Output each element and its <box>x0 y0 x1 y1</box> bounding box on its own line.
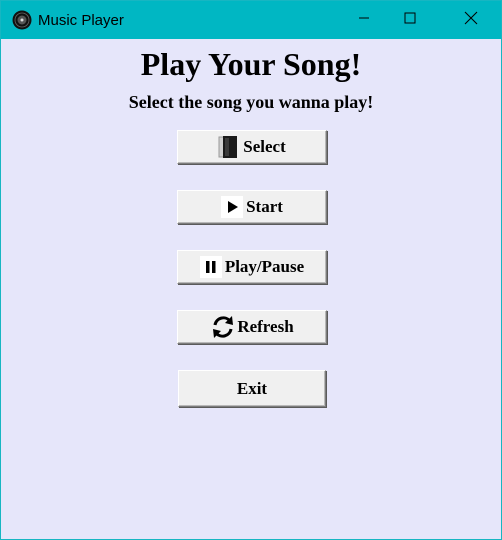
close-icon <box>464 11 478 30</box>
minimize-button[interactable] <box>341 1 387 39</box>
page-heading: Play Your Song! <box>140 46 362 82</box>
title-bar[interactable]: Music Player <box>1 1 501 39</box>
exit-button-label: Exit <box>236 378 268 398</box>
select-button[interactable]: Select <box>177 130 327 164</box>
play-pause-button[interactable]: Play/Pause <box>177 250 327 284</box>
close-button[interactable] <box>448 1 494 39</box>
start-button[interactable]: Start <box>177 190 327 224</box>
refresh-icon <box>210 314 236 340</box>
maximize-icon <box>404 11 416 29</box>
start-button-label: Start <box>246 197 283 216</box>
maximize-button[interactable] <box>387 1 433 39</box>
pause-icon <box>199 256 222 278</box>
refresh-button[interactable]: Refresh <box>177 310 327 344</box>
window-title: Music Player <box>38 12 124 29</box>
minimize-icon <box>358 11 370 29</box>
play-icon <box>221 196 244 218</box>
page-subheading: Select the song you wanna play! <box>128 92 374 112</box>
file-icon <box>218 135 240 159</box>
exit-button[interactable]: Exit <box>178 370 326 407</box>
vinyl-record-icon <box>12 10 32 30</box>
play-pause-button-label: Play/Pause <box>224 257 305 276</box>
select-button-label: Select <box>243 137 286 156</box>
refresh-button-label: Refresh <box>237 317 294 336</box>
music-player-window: Music Player Play Your Song! Select the … <box>0 0 502 540</box>
